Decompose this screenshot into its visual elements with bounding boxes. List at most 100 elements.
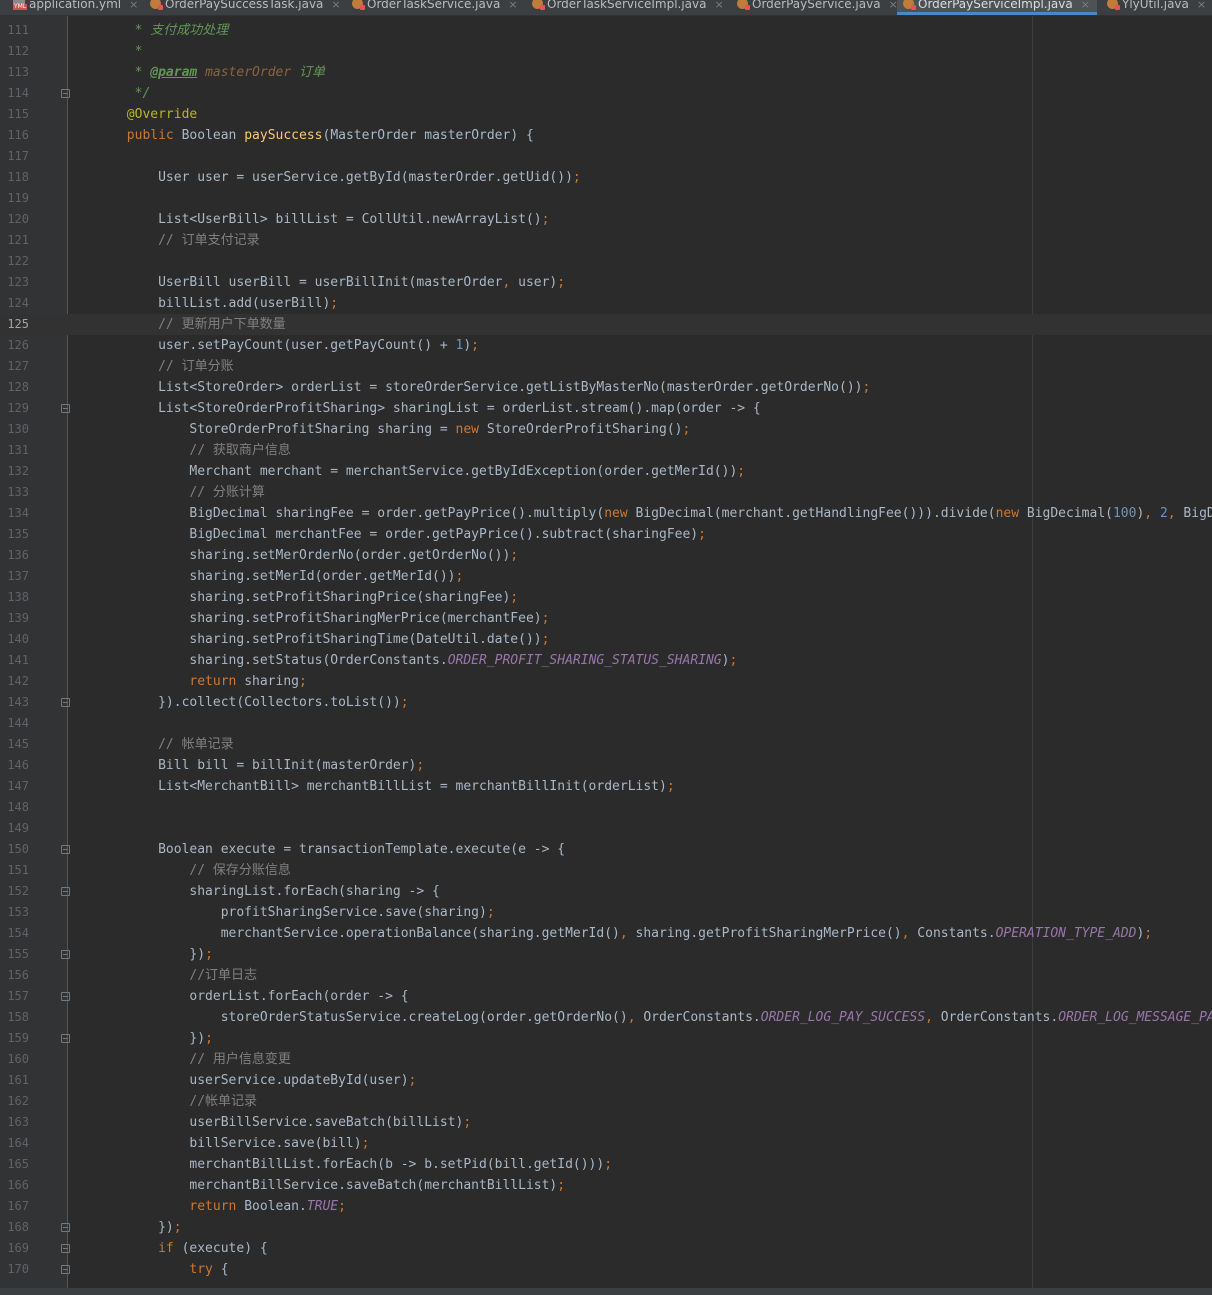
code-text[interactable]: // 用户信息变更 bbox=[72, 1049, 290, 1070]
code-line[interactable]: 144 bbox=[0, 713, 1212, 734]
code-text[interactable]: sharing.setProfitSharingPrice(sharingFee… bbox=[72, 587, 518, 608]
horizontal-scrollbar[interactable] bbox=[0, 1288, 1212, 1295]
fold-toggle-icon[interactable] bbox=[61, 845, 70, 854]
code-line[interactable]: 128 List<StoreOrder> orderList = storeOr… bbox=[0, 377, 1212, 398]
code-text[interactable]: public Boolean paySuccess(MasterOrder ma… bbox=[72, 125, 534, 146]
code-line[interactable]: 114 */ bbox=[0, 83, 1212, 104]
code-line[interactable]: 147 List<MerchantBill> merchantBillList … bbox=[0, 776, 1212, 797]
code-text[interactable]: Bill bill = billInit(masterOrder); bbox=[72, 755, 424, 776]
code-text[interactable]: //订单日志 bbox=[72, 965, 257, 986]
code-line[interactable]: 133 // 分账计算 bbox=[0, 482, 1212, 503]
code-text[interactable]: @Override bbox=[72, 104, 197, 125]
code-text[interactable]: orderList.forEach(order -> { bbox=[72, 986, 408, 1007]
code-text[interactable]: List<StoreOrderProfitSharing> sharingLis… bbox=[72, 398, 761, 419]
code-text[interactable]: // 分账计算 bbox=[72, 482, 264, 503]
code-line[interactable]: 155 }); bbox=[0, 944, 1212, 965]
code-line[interactable]: 160 // 用户信息变更 bbox=[0, 1049, 1212, 1070]
code-line[interactable]: 141 sharing.setStatus(OrderConstants.ORD… bbox=[0, 650, 1212, 671]
code-line[interactable]: 132 Merchant merchant = merchantService.… bbox=[0, 461, 1212, 482]
code-text[interactable]: List<StoreOrder> orderList = storeOrderS… bbox=[72, 377, 870, 398]
code-text[interactable]: user.setPayCount(user.getPayCount() + 1)… bbox=[72, 335, 479, 356]
tab-application-yml[interactable]: application.yml × bbox=[13, 0, 139, 15]
code-text[interactable]: // 帐单记录 bbox=[72, 734, 233, 755]
code-text[interactable]: userService.updateById(user); bbox=[72, 1070, 416, 1091]
tab-orderpayserviceimpl-java[interactable]: OrderPayServiceImpl.java × bbox=[897, 0, 1097, 15]
tab-ylyutil-java[interactable]: YlyUtil.java × bbox=[1107, 0, 1212, 15]
code-text[interactable]: // 订单支付记录 bbox=[72, 230, 259, 251]
code-text[interactable]: billList.add(userBill); bbox=[72, 293, 338, 314]
code-text[interactable]: BigDecimal merchantFee = order.getPayPri… bbox=[72, 524, 706, 545]
tab-ordertaskservice-java[interactable]: OrderTaskService.java × bbox=[352, 0, 520, 15]
code-line[interactable]: 115 @Override bbox=[0, 104, 1212, 125]
code-line[interactable]: 123 UserBill userBill = userBillInit(mas… bbox=[0, 272, 1212, 293]
code-text[interactable]: // 订单分账 bbox=[72, 356, 233, 377]
code-text[interactable]: sharing.setProfitSharingTime(DateUtil.da… bbox=[72, 629, 549, 650]
code-line[interactable]: 130 StoreOrderProfitSharing sharing = ne… bbox=[0, 419, 1212, 440]
tab-orderpayservice-java[interactable]: OrderPayService.java × bbox=[737, 0, 898, 15]
code-text[interactable]: profitSharingService.save(sharing); bbox=[72, 902, 495, 923]
code-text[interactable]: // 获取商户信息 bbox=[72, 440, 290, 461]
code-line[interactable]: 170 try { bbox=[0, 1259, 1212, 1280]
code-line[interactable]: 150 Boolean execute = transactionTemplat… bbox=[0, 839, 1212, 860]
code-text[interactable]: List<MerchantBill> merchantBillList = me… bbox=[72, 776, 675, 797]
tab-ordertaskserviceimpl-java[interactable]: OrderTaskServiceImpl.java × bbox=[532, 0, 724, 15]
code-text[interactable]: return sharing; bbox=[72, 671, 306, 692]
code-line[interactable]: 163 userBillService.saveBatch(billList); bbox=[0, 1112, 1212, 1133]
code-line[interactable]: 166 merchantBillService.saveBatch(mercha… bbox=[0, 1175, 1212, 1196]
code-line[interactable]: 113 * @param masterOrder 订单 bbox=[0, 62, 1212, 83]
close-tab-icon[interactable]: × bbox=[715, 0, 724, 11]
code-line[interactable]: 149 bbox=[0, 818, 1212, 839]
code-text[interactable]: userBillService.saveBatch(billList); bbox=[72, 1112, 471, 1133]
code-text[interactable]: UserBill userBill = userBillInit(masterO… bbox=[72, 272, 565, 293]
code-text[interactable]: Boolean execute = transactionTemplate.ex… bbox=[72, 839, 565, 860]
code-text[interactable]: try { bbox=[72, 1259, 228, 1280]
code-line[interactable]: 111 * 支付成功处理 bbox=[0, 20, 1212, 41]
code-line[interactable]: 145 // 帐单记录 bbox=[0, 734, 1212, 755]
code-text[interactable]: List<UserBill> billList = CollUtil.newAr… bbox=[72, 209, 549, 230]
code-line[interactable]: 142 return sharing; bbox=[0, 671, 1212, 692]
close-tab-icon[interactable]: × bbox=[1197, 0, 1206, 11]
code-line[interactable]: 127 // 订单分账 bbox=[0, 356, 1212, 377]
code-line[interactable]: 136 sharing.setMerOrderNo(order.getOrder… bbox=[0, 545, 1212, 566]
fold-toggle-icon[interactable] bbox=[61, 404, 70, 413]
fold-toggle-icon[interactable] bbox=[61, 698, 70, 707]
code-line[interactable]: 146 Bill bill = billInit(masterOrder); bbox=[0, 755, 1212, 776]
close-tab-icon[interactable]: × bbox=[508, 0, 517, 11]
code-line[interactable]: 135 BigDecimal merchantFee = order.getPa… bbox=[0, 524, 1212, 545]
code-text[interactable]: StoreOrderProfitSharing sharing = new St… bbox=[72, 419, 690, 440]
code-text[interactable]: merchantService.operationBalance(sharing… bbox=[72, 923, 1152, 944]
code-line[interactable]: 143 }).collect(Collectors.toList()); bbox=[0, 692, 1212, 713]
code-text[interactable]: }); bbox=[72, 1028, 213, 1049]
code-line[interactable]: 168 }); bbox=[0, 1217, 1212, 1238]
code-text[interactable]: * bbox=[72, 41, 143, 62]
code-line[interactable]: 131 // 获取商户信息 bbox=[0, 440, 1212, 461]
code-text[interactable]: }).collect(Collectors.toList()); bbox=[72, 692, 408, 713]
fold-toggle-icon[interactable] bbox=[61, 1223, 70, 1232]
code-text[interactable]: merchantBillList.forEach(b -> b.setPid(b… bbox=[72, 1154, 612, 1175]
fold-toggle-icon[interactable] bbox=[61, 1034, 70, 1043]
code-text[interactable]: billService.save(bill); bbox=[72, 1133, 369, 1154]
code-text[interactable]: }); bbox=[72, 1217, 182, 1238]
code-line[interactable]: 152 sharingList.forEach(sharing -> { bbox=[0, 881, 1212, 902]
code-line[interactable]: 159 }); bbox=[0, 1028, 1212, 1049]
close-tab-icon[interactable]: × bbox=[331, 0, 340, 11]
fold-toggle-icon[interactable] bbox=[61, 992, 70, 1001]
code-text[interactable]: // 保存分账信息 bbox=[72, 860, 290, 881]
code-line[interactable]: 121 // 订单支付记录 bbox=[0, 230, 1212, 251]
code-line[interactable]: 169 if (execute) { bbox=[0, 1238, 1212, 1259]
code-text[interactable]: sharing.setMerId(order.getMerId()); bbox=[72, 566, 463, 587]
code-line[interactable]: 167 return Boolean.TRUE; bbox=[0, 1196, 1212, 1217]
code-line[interactable]: 140 sharing.setProfitSharingTime(DateUti… bbox=[0, 629, 1212, 650]
fold-toggle-icon[interactable] bbox=[61, 887, 70, 896]
code-editor[interactable]: 111 * 支付成功处理 112 * 113 * @param masterOrde… bbox=[0, 16, 1212, 1288]
code-text[interactable]: sharing.setMerOrderNo(order.getOrderNo()… bbox=[72, 545, 518, 566]
code-text[interactable]: }); bbox=[72, 944, 213, 965]
code-line[interactable]: 124 billList.add(userBill); bbox=[0, 293, 1212, 314]
code-text[interactable]: User user = userService.getById(masterOr… bbox=[72, 167, 581, 188]
code-line[interactable]: 139 sharing.setProfitSharingMerPrice(mer… bbox=[0, 608, 1212, 629]
code-line[interactable]: 148 bbox=[0, 797, 1212, 818]
code-line[interactable]: 164 billService.save(bill); bbox=[0, 1133, 1212, 1154]
code-line[interactable]: 153 profitSharingService.save(sharing); bbox=[0, 902, 1212, 923]
code-line[interactable]: 161 userService.updateById(user); bbox=[0, 1070, 1212, 1091]
code-line[interactable]: 157 orderList.forEach(order -> { bbox=[0, 986, 1212, 1007]
